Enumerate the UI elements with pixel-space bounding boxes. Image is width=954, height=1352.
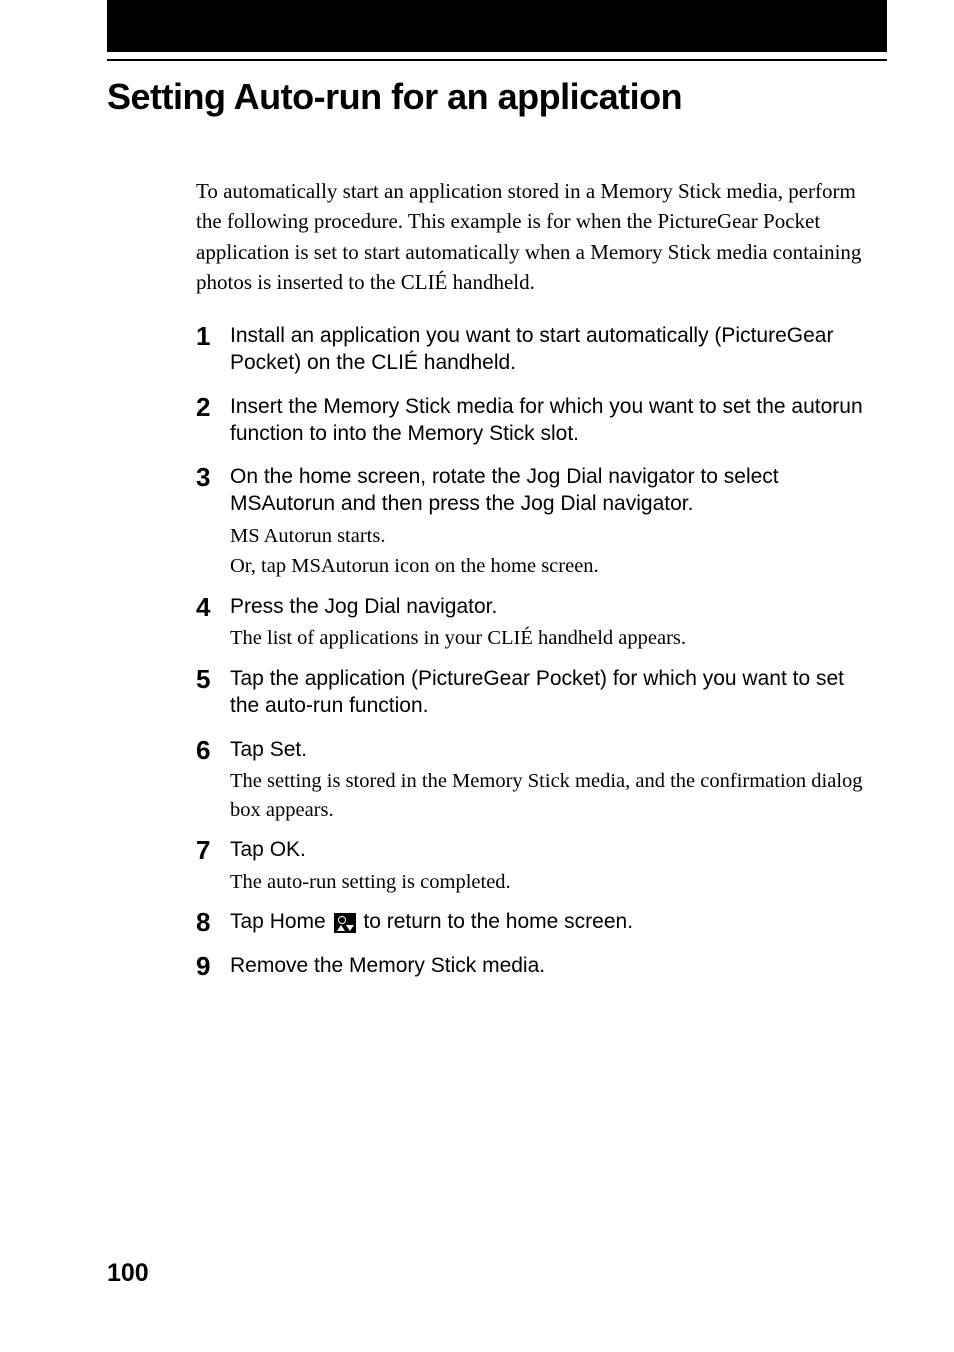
step-title: Install an application you want to start…	[230, 322, 876, 377]
step-item: 6 Tap Set. The setting is stored in the …	[196, 736, 876, 825]
intro-paragraph: To automatically start an application st…	[196, 176, 876, 298]
step-content: Tap the application (PictureGear Pocket)…	[230, 665, 876, 724]
home-icon	[334, 913, 356, 933]
step-content: Tap OK. The auto-run setting is complete…	[230, 836, 876, 896]
step-content: Remove the Memory Stick media.	[230, 952, 876, 983]
step-number: 9	[196, 952, 230, 981]
step-description: Or, tap MSAutorun icon on the home scree…	[230, 552, 876, 581]
step-content: On the home screen, rotate the Jog Dial …	[230, 463, 876, 581]
header-bar	[107, 0, 887, 52]
step-content: Install an application you want to start…	[230, 322, 876, 381]
step-number: 8	[196, 908, 230, 937]
step-number: 2	[196, 393, 230, 422]
step-item: 3 On the home screen, rotate the Jog Dia…	[196, 463, 876, 581]
step-title: Tap the application (PictureGear Pocket)…	[230, 665, 876, 720]
step-description: MS Autorun starts.	[230, 522, 876, 551]
step-number: 1	[196, 322, 230, 351]
step-item: 1 Install an application you want to sta…	[196, 322, 876, 381]
step-number: 3	[196, 463, 230, 492]
steps-list: 1 Install an application you want to sta…	[196, 322, 876, 995]
step-content: Press the Jog Dial navigator. The list o…	[230, 593, 876, 653]
step-item: 2 Insert the Memory Stick media for whic…	[196, 393, 876, 452]
step-item: 4 Press the Jog Dial navigator. The list…	[196, 593, 876, 653]
step-title: Insert the Memory Stick media for which …	[230, 393, 876, 448]
step-description: The auto-run setting is completed.	[230, 868, 876, 897]
page-title: Setting Auto-run for an application	[107, 76, 682, 118]
step-title: Tap Home to return to the home screen.	[230, 908, 876, 935]
step-item: 7 Tap OK. The auto-run setting is comple…	[196, 836, 876, 896]
step-number: 4	[196, 593, 230, 622]
step-title-suffix: to return to the home screen.	[358, 910, 633, 933]
step-description: The list of applications in your CLIÉ ha…	[230, 624, 876, 653]
step-number: 7	[196, 836, 230, 865]
step-title: Tap OK.	[230, 836, 876, 863]
step-title: Tap Set.	[230, 736, 876, 763]
step-content: Tap Home to return to the home screen.	[230, 908, 876, 939]
step-title: Press the Jog Dial navigator.	[230, 593, 876, 620]
step-content: Tap Set. The setting is stored in the Me…	[230, 736, 876, 825]
step-title-prefix: Tap Home	[230, 910, 332, 933]
page-number: 100	[107, 1259, 149, 1288]
step-number: 5	[196, 665, 230, 694]
step-title: Remove the Memory Stick media.	[230, 952, 876, 979]
step-content: Insert the Memory Stick media for which …	[230, 393, 876, 452]
step-description: The setting is stored in the Memory Stic…	[230, 767, 876, 824]
step-item: 8 Tap Home to return to the home screen.	[196, 908, 876, 939]
step-item: 5 Tap the application (PictureGear Pocke…	[196, 665, 876, 724]
step-number: 6	[196, 736, 230, 765]
step-item: 9 Remove the Memory Stick media.	[196, 952, 876, 983]
step-title: On the home screen, rotate the Jog Dial …	[230, 463, 876, 518]
header-rule	[107, 59, 887, 61]
